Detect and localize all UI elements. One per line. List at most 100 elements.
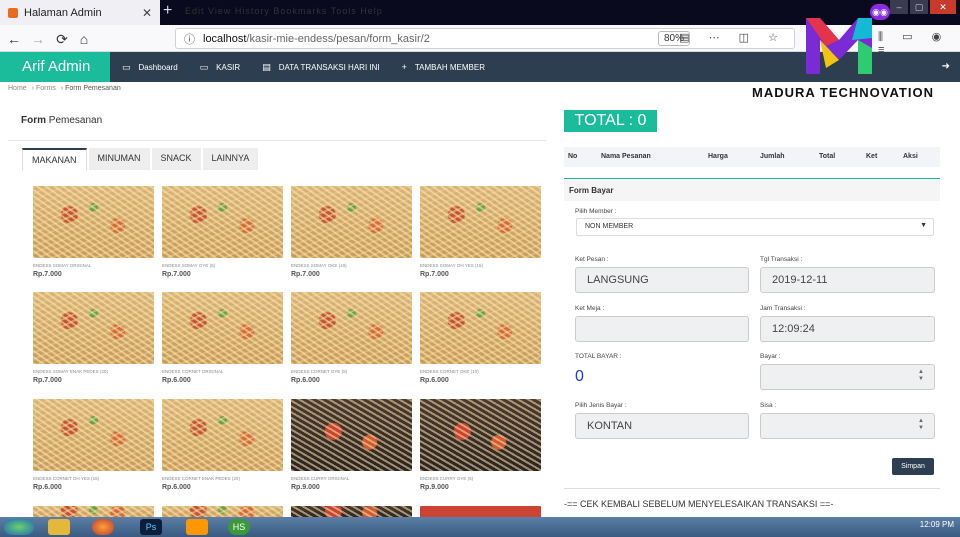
product-image[interactable] — [291, 399, 412, 471]
minimize-icon[interactable]: – — [890, 0, 908, 14]
jam-transaksi-field[interactable]: 12:09:24 — [760, 316, 935, 342]
menu-item-tambah-member[interactable]: + TAMBAH MEMBER — [402, 62, 485, 72]
forward-icon[interactable]: → — [28, 29, 48, 49]
jenis-bayar-field[interactable]: KONTAN — [575, 413, 749, 439]
divider — [8, 140, 546, 141]
product-image[interactable] — [33, 399, 154, 471]
simpan-button[interactable]: Simpan — [892, 458, 934, 475]
product-price: Rp.7.000 — [291, 271, 320, 278]
menu-label: KASIR — [216, 62, 241, 72]
new-tab-icon[interactable]: + — [163, 2, 172, 20]
product-card[interactable]: ENDESS CORNET ORIGINAL Rp.6.000 — [162, 292, 283, 392]
product-card[interactable]: ENDESS CURRY OYE (5) Rp.9.000 — [420, 399, 541, 499]
sublime-icon[interactable] — [186, 519, 208, 535]
product-card[interactable]: ENDESS CURRY ORIGINAL Rp.9.000 — [291, 399, 412, 499]
product-card[interactable]: ENDESS CORNET ENAK PEDES (20) Rp.6.000 — [162, 399, 283, 499]
plus-icon: + — [401, 62, 407, 72]
breadcrumb: Home › Forms › Form Pemesanan — [8, 85, 121, 92]
logout-icon[interactable]: ➜ — [942, 61, 950, 72]
product-card[interactable]: ENDESS CORNET OYE (5) Rp.6.000 — [291, 292, 412, 392]
firefox-icon[interactable] — [92, 519, 114, 535]
menu-item-dashboard[interactable]: ▭ Dashboard — [122, 62, 178, 73]
ket-meja-field[interactable] — [575, 316, 749, 342]
product-image[interactable] — [420, 399, 541, 471]
spinner-icon[interactable]: ▲ ▼ — [918, 369, 924, 383]
col-total: Total — [819, 153, 836, 160]
browser-tab[interactable]: Halaman Admin ✕ — [0, 0, 160, 25]
reload-icon[interactable]: ⟳ — [52, 29, 72, 49]
ket-pesan-field[interactable]: LANGSUNG — [575, 267, 749, 293]
browser-menu-hint: Edit View History Bookmarks Tools Help — [185, 6, 383, 16]
total-bayar-label: TOTAL BAYAR : — [575, 353, 622, 360]
product-card[interactable]: ENDESS SOMAY ENAK PEDES (20) Rp.7.000 — [33, 292, 154, 392]
breadcrumb-forms[interactable]: Forms — [36, 85, 56, 92]
order-table-header: No Nama Pesanan Harga Jumlah Total Ket A… — [564, 147, 940, 167]
hs-icon[interactable]: HS — [228, 519, 250, 535]
clock-time: 12:09 PM — [919, 520, 954, 529]
product-card[interactable]: ENDESS CORNET OKE (10) Rp.6.000 — [420, 292, 541, 392]
site-info-icon[interactable]: ⓘ — [184, 31, 195, 47]
product-name: ENDESS SOMAY ENAK PEDES (20) — [33, 369, 108, 374]
menu-item-kasir[interactable]: ▭ KASIR — [200, 62, 241, 73]
product-card[interactable]: ENDESS SOMAY OH YES (15) Rp.7.000 — [420, 186, 541, 286]
start-button[interactable] — [4, 519, 34, 535]
product-image[interactable] — [162, 399, 283, 471]
col-nama-pesanan: Nama Pesanan — [601, 153, 651, 160]
product-image[interactable] — [291, 186, 412, 258]
col-jumlah: Jumlah — [760, 153, 785, 160]
product-card[interactable]: ENDESS SOMAY ORIGINAL Rp.7.000 — [33, 186, 154, 286]
tab-makanan[interactable]: MAKANAN — [22, 148, 87, 170]
ket-pesan-label: Ket Pesan : — [575, 256, 609, 263]
product-price: Rp.6.000 — [33, 484, 62, 491]
back-icon[interactable]: ← — [4, 29, 24, 49]
tab-favicon-icon — [8, 7, 18, 18]
total-banner: TOTAL : 0 — [564, 110, 657, 132]
product-card[interactable]: ENDESS SOMAY OKE (10) Rp.7.000 — [291, 186, 412, 286]
window-close-icon[interactable]: ✕ — [930, 0, 956, 14]
tab-lainnya[interactable]: LAINNYA — [202, 148, 259, 170]
product-image[interactable] — [33, 292, 154, 364]
product-image[interactable] — [420, 186, 541, 258]
product-image[interactable] — [291, 292, 412, 364]
bayar-field[interactable]: ▲ ▼ — [760, 364, 935, 390]
brand-title[interactable]: Arif Admin — [0, 52, 110, 82]
product-price: Rp.9.000 — [291, 484, 320, 491]
sisa-field[interactable]: ▲ ▼ — [760, 413, 935, 439]
home-icon[interactable]: ⌂ — [74, 29, 94, 49]
chevron-down-icon: ▼ — [920, 222, 927, 229]
product-price: Rp.7.000 — [162, 271, 191, 278]
product-name: ENDESS CURRY ORIGINAL — [291, 476, 350, 481]
page-action-icons[interactable]: ▤ ⋯ ◫ ☆ — [679, 31, 786, 44]
product-image[interactable] — [420, 292, 541, 364]
tab-minuman[interactable]: MINUMAN — [88, 148, 150, 170]
col-no: No — [568, 153, 578, 160]
product-image[interactable] — [33, 186, 154, 258]
product-card[interactable]: ENDESS CORNET OH YES (15) Rp.6.000 — [33, 399, 154, 499]
taskbar-clock: 12:09 PM — [920, 520, 954, 529]
url-bar[interactable]: ⓘ localhost /kasir-mie-endess/pesan/form… — [175, 28, 795, 49]
madura-logo-icon — [806, 18, 872, 74]
menu-item-data-transaksi[interactable]: ▤ DATA TRANSAKSI HARI INI — [262, 62, 379, 73]
tab-close-icon[interactable]: ✕ — [142, 6, 152, 20]
breadcrumb-home[interactable]: Home — [8, 85, 27, 92]
product-image[interactable] — [162, 186, 283, 258]
photoshop-icon[interactable]: Ps — [140, 519, 162, 535]
spinner-icon[interactable]: ▲ ▼ — [918, 418, 924, 432]
menu-label: TAMBAH MEMBER — [414, 62, 485, 72]
os-taskbar: Ps HS 12:09 PM — [0, 517, 960, 537]
menu-label: Dashboard — [138, 62, 178, 72]
tab-title: Halaman Admin — [24, 6, 102, 19]
explorer-icon[interactable] — [48, 519, 70, 535]
product-price: Rp.7.000 — [33, 377, 62, 384]
product-name: ENDESS SOMAY OYE (5) — [162, 263, 216, 268]
product-image[interactable] — [162, 292, 283, 364]
monitor-icon: ▭ — [122, 61, 131, 72]
product-card[interactable]: ENDESS SOMAY OYE (5) Rp.7.000 — [162, 186, 283, 286]
url-host: localhost — [203, 32, 247, 45]
tab-snack[interactable]: SNACK — [151, 148, 201, 170]
tgl-transaksi-field[interactable]: 2019-12-11 — [760, 267, 935, 293]
product-name: ENDESS CORNET OYE (5) — [291, 369, 348, 374]
maximize-icon[interactable]: ▢ — [910, 0, 928, 14]
member-select[interactable]: NON MEMBER ▼ — [576, 218, 934, 236]
menu-label: DATA TRANSAKSI HARI INI — [278, 62, 380, 72]
